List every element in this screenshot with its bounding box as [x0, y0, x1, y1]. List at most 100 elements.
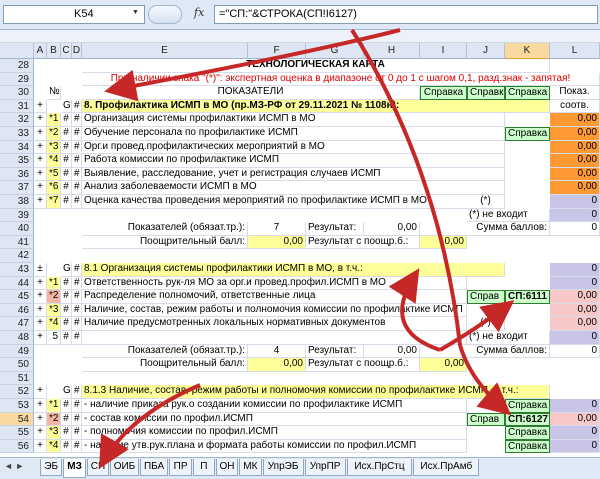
- item-text[interactable]: Выявление, расследование, учет и регистр…: [82, 167, 505, 182]
- item-text[interactable]: Анализ заболеваемости ИСМП в МО: [82, 181, 505, 195]
- tab-4[interactable]: ОИБ: [110, 459, 139, 476]
- column-header-h[interactable]: H: [364, 43, 420, 59]
- tab-6[interactable]: ПР: [169, 459, 192, 476]
- value[interactable]: 0: [550, 208, 600, 223]
- column-header-i[interactable]: I: [420, 43, 467, 59]
- row-header-43[interactable]: 43: [0, 263, 34, 277]
- column-header-e[interactable]: E: [82, 43, 248, 59]
- hash-marker[interactable]: #: [72, 167, 82, 182]
- hash-marker[interactable]: #: [72, 276, 82, 291]
- insert-function-button[interactable]: fx: [194, 6, 204, 19]
- result-value[interactable]: 0,00: [364, 222, 420, 236]
- hash-marker[interactable]: #: [61, 195, 72, 209]
- hash-marker[interactable]: #: [72, 140, 82, 155]
- item-value[interactable]: 0,00: [550, 303, 600, 318]
- sheet-title[interactable]: ТЕХНОЛОГИЧЕСКАЯ КАРТА: [82, 59, 550, 73]
- outline-toggle[interactable]: +: [34, 140, 47, 155]
- tab-scroll-icon[interactable]: ◄ ►: [4, 461, 24, 471]
- hash-marker[interactable]: #: [61, 167, 72, 182]
- hash-marker[interactable]: #: [61, 181, 72, 195]
- item-value[interactable]: 0: [550, 399, 600, 413]
- value[interactable]: 0: [550, 331, 600, 345]
- row-header-35[interactable]: 35: [0, 154, 34, 168]
- item-value[interactable]: 0,00: [550, 140, 600, 155]
- hash-marker[interactable]: #: [72, 154, 82, 168]
- tab-7[interactable]: П: [192, 459, 215, 476]
- indicators-count[interactable]: 7: [248, 222, 306, 236]
- row-header-28[interactable]: 28: [0, 59, 34, 73]
- hash-marker[interactable]: #: [72, 426, 82, 440]
- item-number[interactable]: *2: [47, 412, 61, 427]
- row-header-42[interactable]: 42: [0, 249, 34, 263]
- bonus-result-label[interactable]: Результат с поощр.б.:: [306, 235, 420, 250]
- tab-13[interactable]: Исх.ПрАмб: [413, 459, 480, 476]
- tab-8[interactable]: ОН: [215, 459, 239, 476]
- item-number[interactable]: *3: [47, 303, 61, 318]
- row-header-33[interactable]: 33: [0, 127, 34, 141]
- outline-toggle[interactable]: +: [34, 439, 47, 454]
- column-header-k[interactable]: K: [505, 43, 550, 59]
- sum-label[interactable]: Сумма баллов:: [420, 222, 550, 236]
- hash-marker[interactable]: #: [61, 154, 72, 168]
- column-header-d[interactable]: D: [72, 43, 82, 59]
- item-number[interactable]: *1: [47, 276, 61, 291]
- row-header-40[interactable]: 40: [0, 222, 34, 236]
- item-text[interactable]: Орг.и провед.профилактических мероприяти…: [82, 140, 505, 155]
- row-header-54[interactable]: 54: [0, 412, 34, 427]
- item-value[interactable]: 0,00: [550, 127, 600, 141]
- hash-marker[interactable]: #: [72, 439, 82, 454]
- row-header-41[interactable]: 41: [0, 235, 34, 250]
- item-number[interactable]: *2: [47, 127, 61, 141]
- hash-marker[interactable]: #: [61, 426, 72, 440]
- formula-bar-divider[interactable]: [148, 5, 182, 24]
- ref-value[interactable]: СП:6127: [505, 412, 550, 427]
- hash-marker[interactable]: #: [72, 303, 82, 318]
- row-header-52[interactable]: 52: [0, 385, 34, 399]
- item-text[interactable]: - наличие приказа рук.о создании комисси…: [82, 399, 467, 413]
- row-header-48[interactable]: 48: [0, 331, 34, 345]
- sum-value[interactable]: 0: [550, 344, 600, 359]
- indicators-label[interactable]: Показателей (обязат.тр.):: [82, 222, 248, 236]
- outline-toggle[interactable]: +: [34, 331, 47, 345]
- row-header-30[interactable]: 30: [0, 86, 34, 100]
- star-mark[interactable]: (*): [467, 317, 505, 331]
- outline-toggle[interactable]: +: [34, 181, 47, 195]
- tab-1[interactable]: ЭБ: [40, 459, 63, 476]
- outline-toggle[interactable]: +: [34, 385, 47, 399]
- row-header-44[interactable]: 44: [0, 276, 34, 291]
- indicators-label[interactable]: Показателей (обязат.тр.):: [82, 344, 248, 359]
- column-header-j[interactable]: J: [467, 43, 505, 59]
- hash-marker[interactable]: #: [72, 113, 82, 127]
- hash-marker[interactable]: #: [72, 99, 82, 114]
- outline-toggle[interactable]: +: [34, 195, 47, 209]
- sum-label[interactable]: Сумма баллов:: [420, 344, 550, 359]
- hash-marker[interactable]: #: [61, 439, 72, 454]
- hash-marker[interactable]: #: [72, 263, 82, 277]
- tab-3[interactable]: СП: [86, 459, 110, 476]
- hash-marker[interactable]: #: [61, 412, 72, 427]
- item-number[interactable]: *3: [47, 426, 61, 440]
- result-label[interactable]: Результат:: [306, 344, 364, 359]
- item-text[interactable]: Наличие, состав, режим работы и полномоч…: [82, 303, 467, 318]
- item-number[interactable]: *4: [47, 439, 61, 454]
- bonus-label[interactable]: Поощрительный балл:: [82, 358, 248, 372]
- value[interactable]: 0: [550, 263, 600, 277]
- hash-marker[interactable]: #: [72, 127, 82, 141]
- hash-marker[interactable]: #: [61, 317, 72, 331]
- outline-toggle[interactable]: +: [34, 303, 47, 318]
- item-value[interactable]: 0: [550, 439, 600, 454]
- item-value[interactable]: 0,00: [550, 167, 600, 182]
- item-value[interactable]: 0,00: [550, 290, 600, 304]
- hash-marker[interactable]: #: [72, 181, 82, 195]
- outline-toggle[interactable]: ±: [34, 263, 47, 277]
- g-marker[interactable]: G: [61, 99, 72, 114]
- hash-marker[interactable]: #: [72, 399, 82, 413]
- tab-10[interactable]: УпрЭБ: [262, 459, 304, 476]
- sheet-note[interactable]: При наличии знака "(*)": экспертная оцен…: [82, 72, 600, 87]
- header-number[interactable]: №: [47, 86, 61, 100]
- hash-marker[interactable]: #: [61, 399, 72, 413]
- item-value[interactable]: 0: [550, 276, 600, 291]
- g-marker[interactable]: G: [61, 263, 72, 277]
- item-text[interactable]: Оценка качества проведения мероприятий п…: [82, 195, 505, 209]
- ref-cell[interactable]: Справ: [467, 412, 505, 427]
